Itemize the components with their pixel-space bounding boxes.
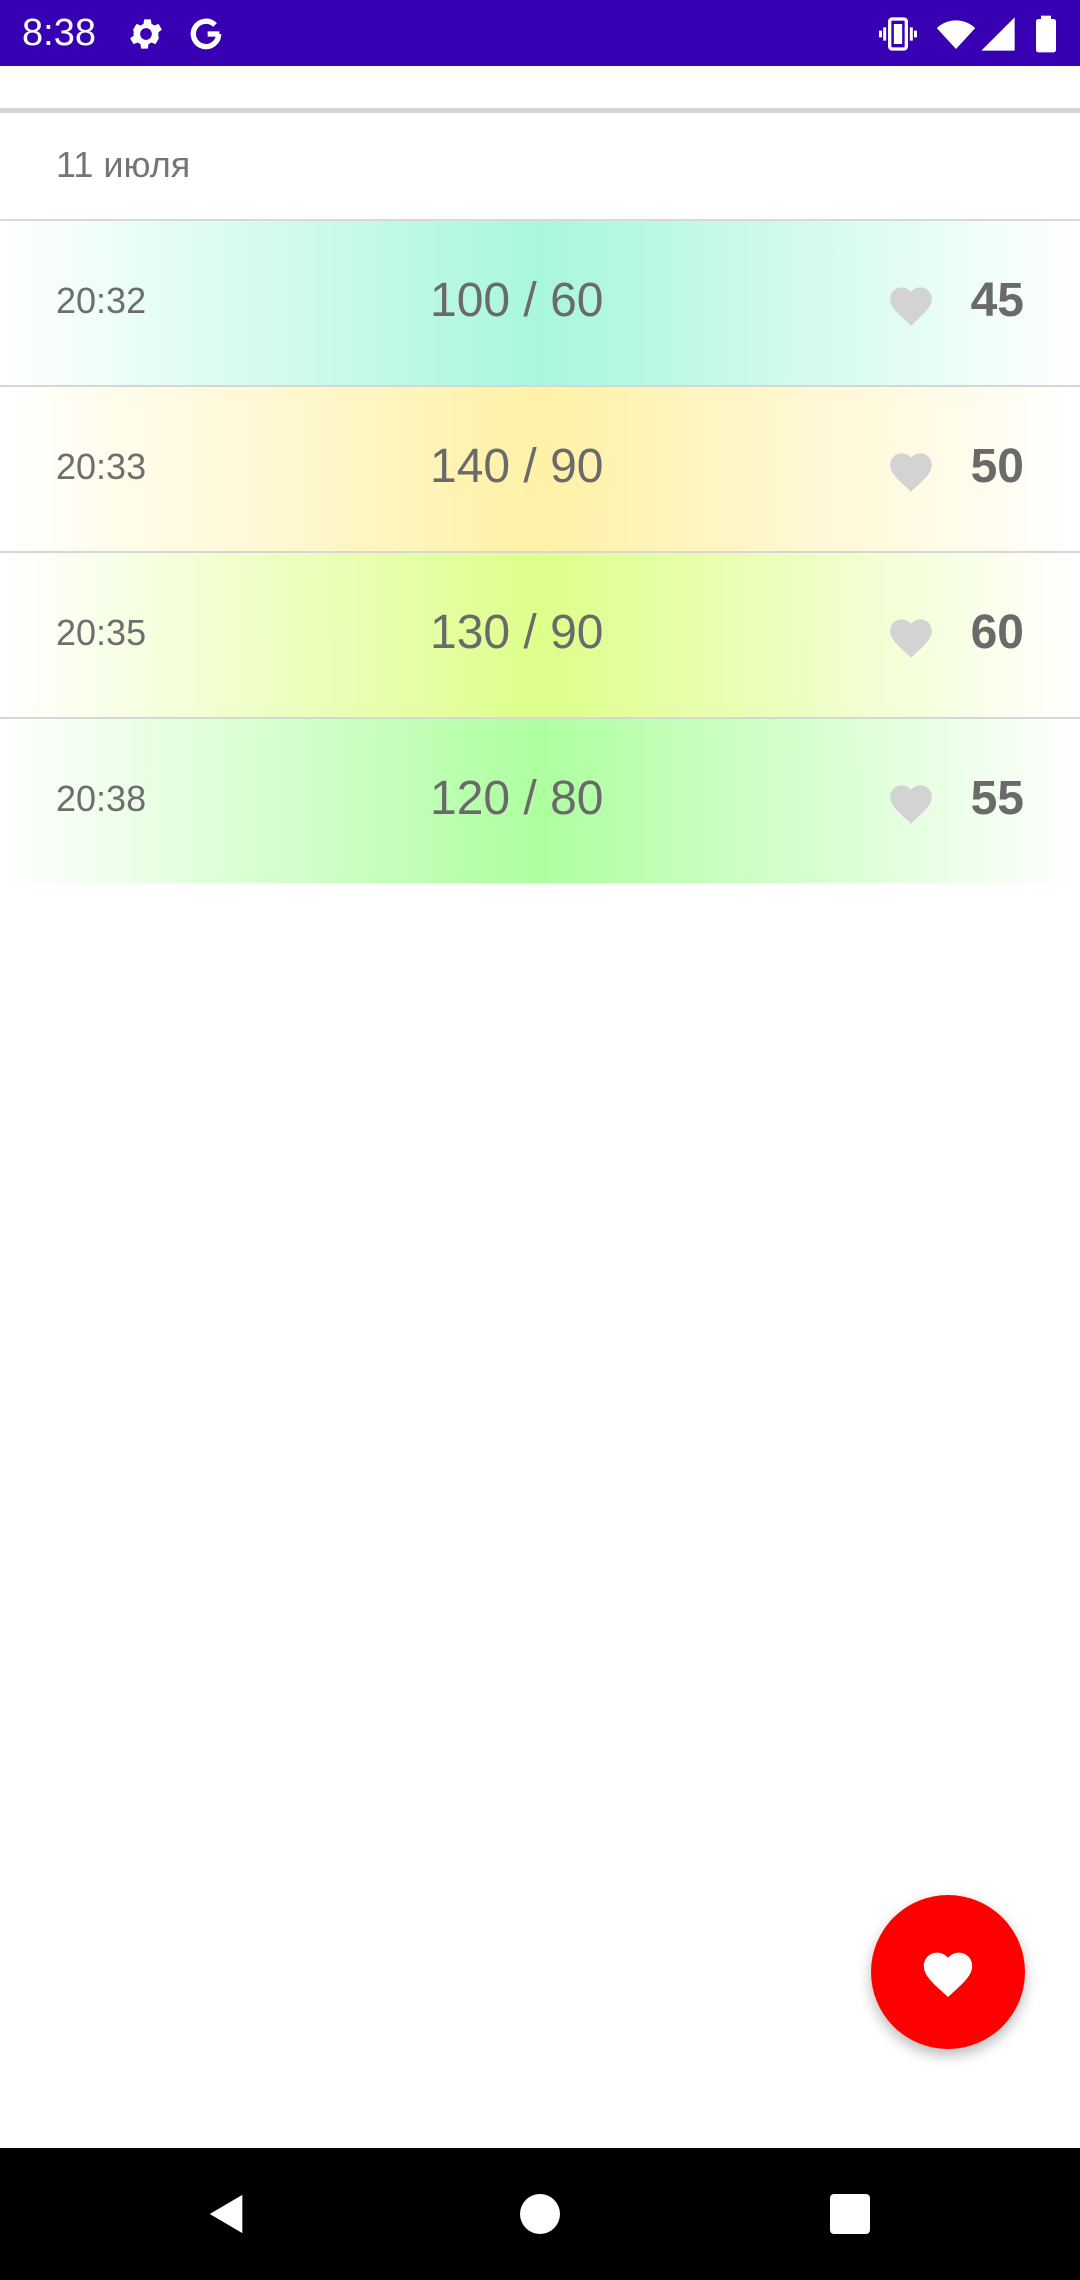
status-bar: 8:38 <box>0 0 1080 66</box>
pulse-value: 45 <box>970 274 1024 327</box>
status-time: 8:38 <box>22 12 96 54</box>
heart-icon <box>890 453 932 492</box>
navigation-bar <box>0 2148 1080 2280</box>
pulse-value: 55 <box>970 772 1024 825</box>
pulse-value: 60 <box>970 606 1024 659</box>
measurement-time: 20:32 <box>56 280 147 321</box>
battery-icon <box>1036 15 1056 53</box>
back-icon[interactable] <box>204 2190 250 2238</box>
measurement-list: 20:32 100 / 60 45 20:33 140 / 90 50 20:3… <box>0 221 1080 883</box>
measurement-time: 20:38 <box>56 778 147 819</box>
google-icon <box>190 18 222 50</box>
vibrate-icon <box>879 17 917 51</box>
recents-icon[interactable] <box>830 2194 870 2234</box>
pulse-value: 50 <box>970 440 1024 493</box>
measurement-row[interactable]: 20:33 140 / 90 50 <box>0 387 1080 553</box>
heart-icon <box>890 287 932 326</box>
measurement-row[interactable]: 20:35 130 / 90 60 <box>0 553 1080 719</box>
measurement-time: 20:33 <box>56 446 147 487</box>
blood-pressure-value: 130 / 90 <box>430 606 604 659</box>
wifi-icon <box>936 20 976 49</box>
heart-icon <box>923 1952 973 1998</box>
home-icon[interactable] <box>520 2194 560 2234</box>
measurement-time: 20:35 <box>56 612 147 653</box>
heart-icon <box>890 619 932 658</box>
date-header-label: 11 июля <box>56 144 191 185</box>
blood-pressure-value: 120 / 80 <box>430 772 604 825</box>
heart-icon <box>890 785 932 824</box>
blood-pressure-value: 100 / 60 <box>430 274 604 327</box>
add-measurement-button[interactable] <box>871 1895 1025 2049</box>
settings-icon <box>130 19 162 49</box>
measurement-row[interactable]: 20:38 120 / 80 55 <box>0 719 1080 883</box>
signal-icon <box>981 17 1015 51</box>
measurement-row[interactable]: 20:32 100 / 60 45 <box>0 221 1080 387</box>
date-header: 11 июля <box>0 113 1080 221</box>
blood-pressure-value: 140 / 90 <box>430 440 604 493</box>
